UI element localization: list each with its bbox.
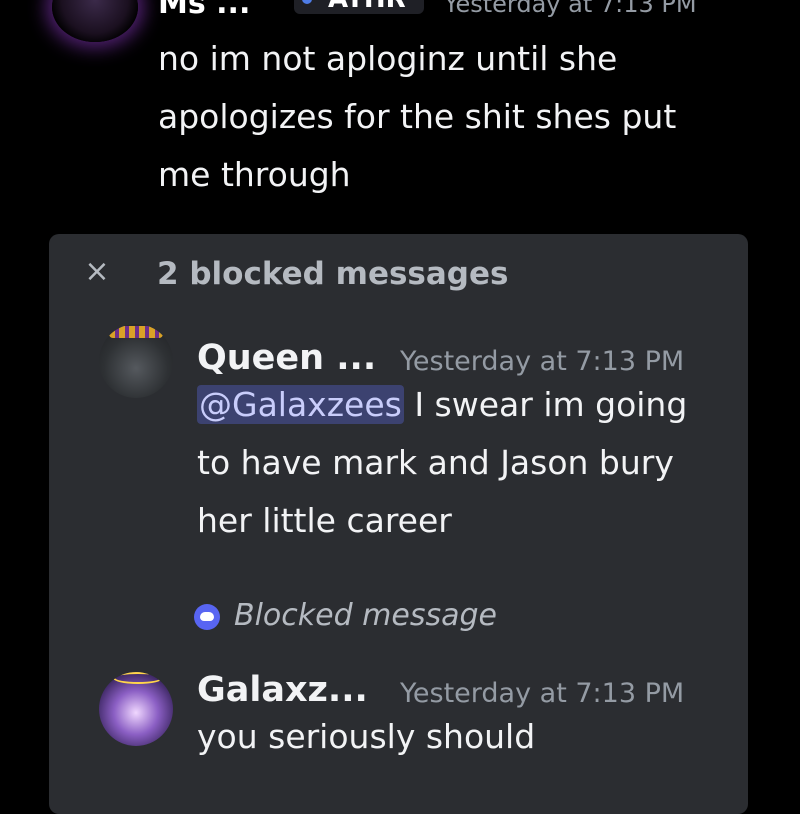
message-line: no im not aploginz until she [158, 39, 618, 78]
message-line: @Galaxzees I swear im going [197, 376, 727, 434]
timestamp: Yesterday at 7:13 PM [400, 346, 685, 377]
timestamp: Yesterday at 7:13 PM [400, 678, 685, 709]
top-message: Ms ... ATHR Yesterday at 7:13 PM no im n… [0, 0, 800, 230]
message-line: you seriously should [197, 717, 536, 756]
blocked-count-label: 2 blocked messages [157, 256, 509, 292]
server-tag-label: ATHR [328, 0, 406, 14]
message-body: @Galaxzees I swear im going to have mark… [197, 376, 727, 550]
user-mention[interactable]: @Galaxzees [197, 385, 404, 424]
discord-icon [194, 604, 220, 630]
blocked-messages-header[interactable]: × 2 blocked messages [49, 254, 748, 300]
author-name[interactable]: Queen ... [197, 338, 376, 378]
message-body: you seriously should [197, 708, 727, 766]
author-name[interactable]: Ms ... [158, 0, 250, 21]
author-name[interactable]: Galaxz... [197, 670, 368, 710]
blocked-message-label: Blocked message [234, 598, 497, 633]
message-line: apologizes for the shit shes put [158, 97, 677, 136]
message-line: her little career [197, 501, 452, 540]
avatar[interactable] [99, 672, 173, 746]
crown-icon [109, 326, 163, 338]
blocked-messages-panel: × 2 blocked messages Queen ... Yesterday… [49, 234, 748, 814]
server-tag[interactable]: ATHR [294, 0, 424, 14]
avatar[interactable] [52, 0, 138, 42]
message-body: no im not aploginz until she apologizes … [158, 30, 758, 204]
message-text: I swear im going [403, 385, 688, 424]
timestamp: Yesterday at 7:13 PM [444, 0, 697, 18]
avatar[interactable] [99, 324, 173, 398]
tag-icon [302, 0, 312, 4]
close-icon[interactable]: × [83, 257, 111, 287]
message-line: me through [158, 155, 351, 194]
halo-icon [113, 672, 163, 684]
message-line: to have mark and Jason bury [197, 443, 674, 482]
